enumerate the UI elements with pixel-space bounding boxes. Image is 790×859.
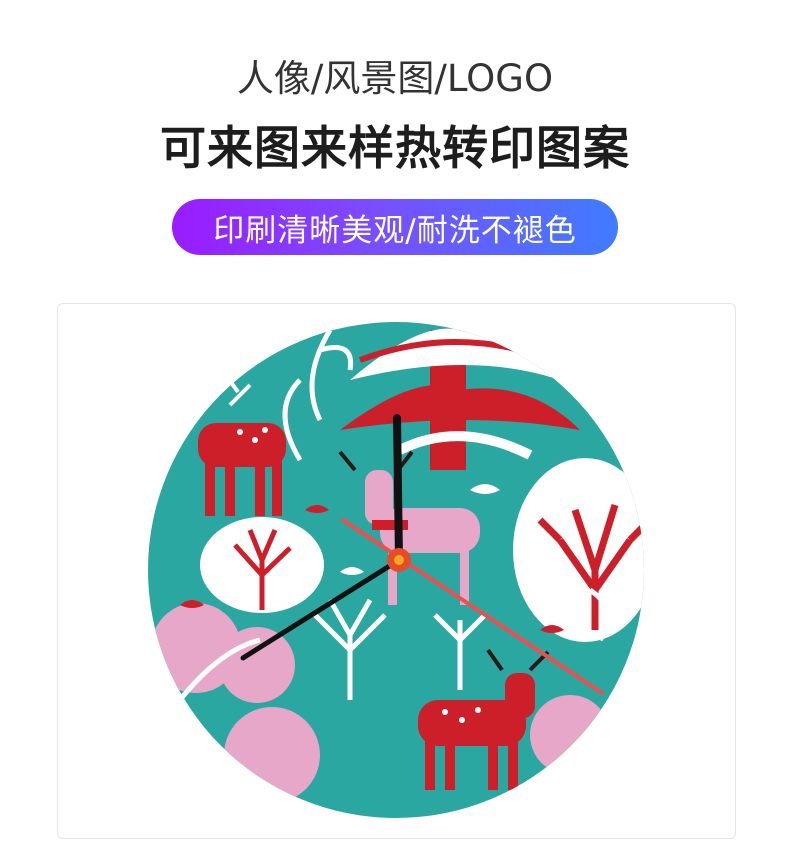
red-branch-tree-icon: [513, 458, 644, 642]
hour-hand: [393, 414, 403, 564]
pink-circle: [224, 707, 320, 803]
white-bush-icon: [200, 517, 324, 613]
pink-circle: [530, 695, 610, 775]
wall-clock-illustration: [148, 322, 644, 818]
